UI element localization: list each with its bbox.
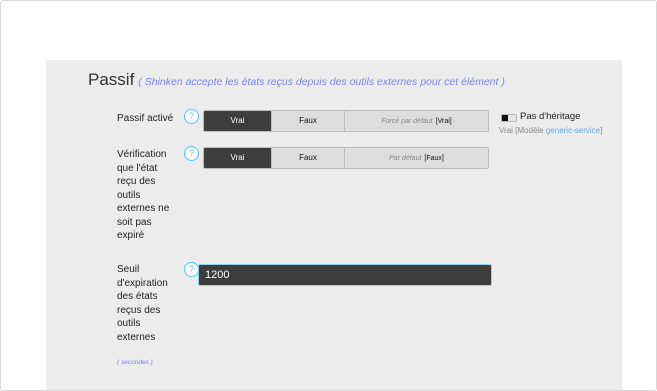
passive-checks-label: Passif activé [117, 113, 174, 124]
passive-checks-false-button[interactable]: Faux [272, 111, 345, 131]
passive-checks-toggle-group: Vrai Faux Forcé par défaut [Vrai] [203, 110, 489, 132]
freshness-check-false-button[interactable]: Faux [272, 148, 345, 168]
freshness-threshold-label: Seuil d'expiration des états reçus des o… [117, 264, 168, 343]
freshness-threshold-unit: ( secondes ) [117, 359, 153, 366]
freshness-threshold-help-icon[interactable]: ? [184, 262, 199, 277]
inheritance-toggle[interactable] [501, 114, 517, 122]
passive-checks-true-button[interactable]: Vrai [204, 111, 272, 131]
freshness-check-label: Vérification que l'état reçu des outils … [117, 149, 170, 241]
section-subtitle: ( Shinken accepte les états reçus depuis… [138, 76, 505, 88]
freshness-check-toggle-group: Vrai Faux Par défaut [Faux] [203, 147, 489, 169]
freshness-check-help-icon[interactable]: ? [184, 146, 199, 161]
freshness-check-true-button[interactable]: Vrai [204, 148, 272, 168]
inheritance-label: Pas d'héritage [520, 111, 581, 122]
passive-checks-default-button[interactable]: Forcé par défaut [Vrai] [345, 111, 488, 131]
passive-checks-help-icon[interactable]: ? [184, 109, 199, 124]
freshness-threshold-input[interactable] [198, 264, 492, 286]
freshness-check-default-button[interactable]: Par défaut [Faux] [345, 148, 488, 168]
section-title: Passif( Shinken accepte les états reçus … [88, 70, 505, 89]
template-link[interactable]: generic-service [546, 126, 600, 135]
inherited-value: Vrai [Modèle generic-service] [499, 126, 603, 135]
